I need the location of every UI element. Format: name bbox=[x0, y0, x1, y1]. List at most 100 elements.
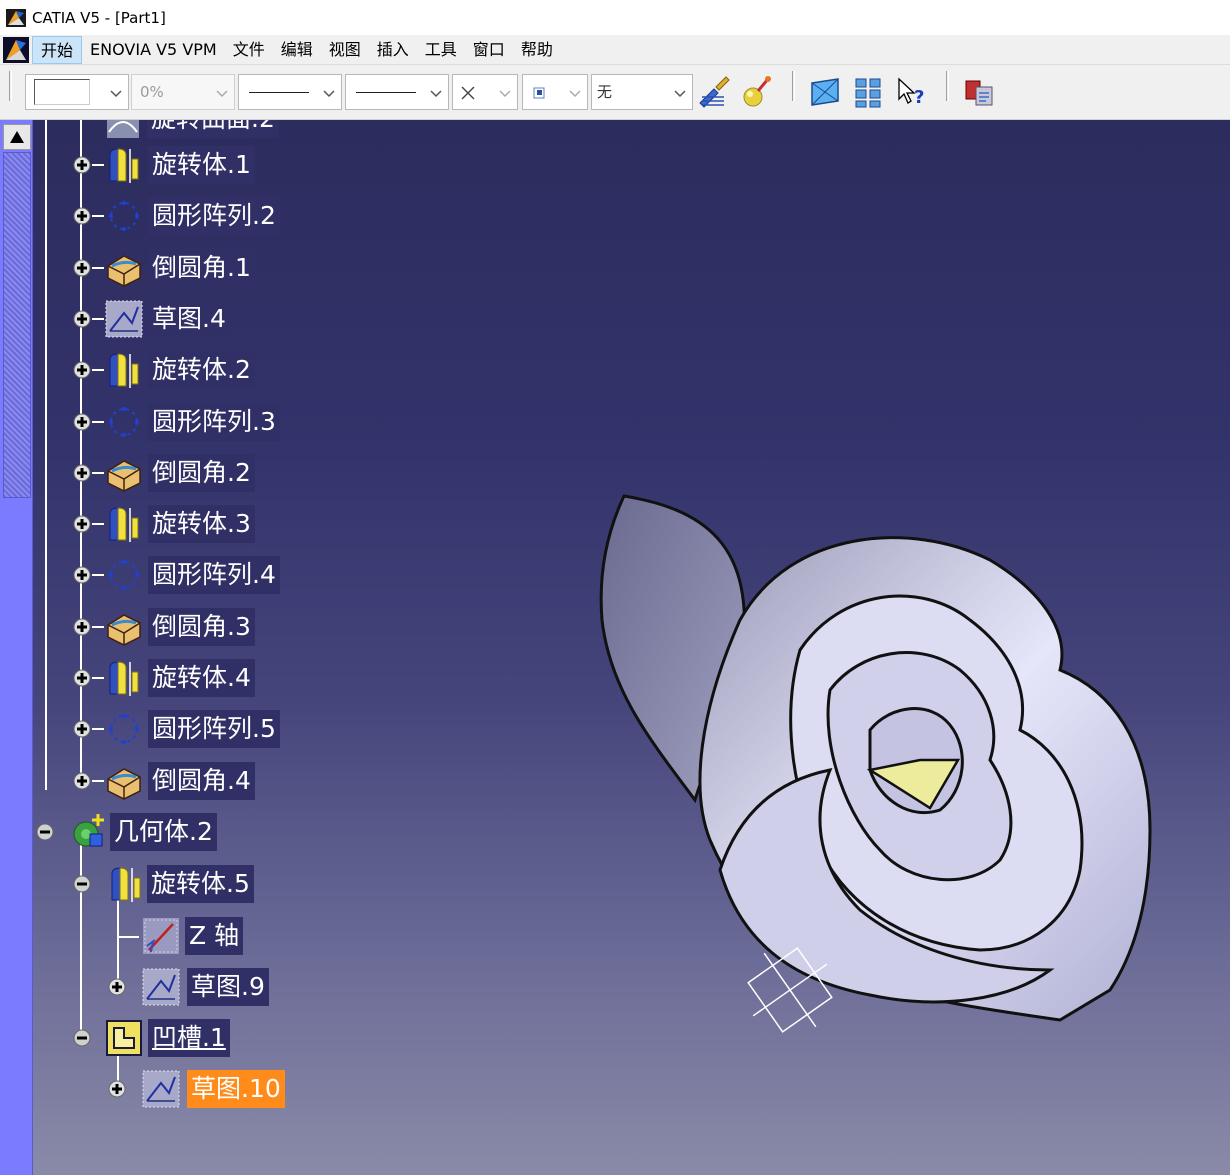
window-title: CATIA V5 - [Part1] bbox=[32, 8, 166, 27]
expand-plus-icon[interactable] bbox=[73, 361, 91, 379]
toolbar-grip[interactable] bbox=[946, 71, 949, 101]
collapse-minus-icon[interactable] bbox=[73, 1029, 91, 1047]
tree-connector-line bbox=[92, 677, 104, 679]
shaft-icon bbox=[111, 867, 141, 902]
tree-node[interactable]: 旋转体.2 bbox=[68, 350, 308, 390]
expand-plus-icon[interactable] bbox=[73, 413, 91, 431]
tree-node[interactable]: 圆形阵列.4 bbox=[68, 555, 308, 595]
tree-connector-line bbox=[117, 936, 139, 938]
tree-node[interactable]: 草图.4 bbox=[68, 299, 308, 339]
tree-node-body2[interactable]: 几何体.2 bbox=[32, 812, 232, 852]
fill-color-combo[interactable] bbox=[25, 74, 129, 110]
toolbar-grip[interactable] bbox=[792, 71, 795, 101]
expand-plus-icon[interactable] bbox=[73, 464, 91, 482]
graphic-properties-toolbar: 0% 无 ? bbox=[0, 65, 1230, 120]
menu-bar: 开始 ENOVIA V5 VPM 文件 编辑 视图 插入 工具 窗口 帮助 bbox=[0, 35, 1230, 65]
tree-node[interactable]: 圆形阵列.2 bbox=[68, 196, 308, 236]
scroll-thumb[interactable] bbox=[3, 152, 31, 498]
tree-node-label: 倒圆角.2 bbox=[148, 453, 255, 492]
painter-icon[interactable] bbox=[694, 73, 732, 111]
tree-node-label: 倒圆角.1 bbox=[148, 248, 255, 287]
shaft-icon bbox=[109, 148, 139, 183]
point-symbol-combo[interactable] bbox=[452, 74, 518, 110]
tree-node-label: 旋转体.4 bbox=[148, 659, 255, 697]
menu-item[interactable]: 插入 bbox=[369, 36, 417, 64]
circular-pattern-icon bbox=[109, 406, 139, 437]
menu-item[interactable]: 开始 bbox=[32, 35, 83, 64]
tree-node-sketch10[interactable]: 草图.10 bbox=[104, 1069, 324, 1109]
sketch-icon bbox=[142, 1070, 180, 1108]
tree-node-z-axis[interactable]: Z 轴 bbox=[138, 916, 258, 956]
collapse-minus-icon[interactable] bbox=[36, 823, 54, 841]
expand-plus-icon[interactable] bbox=[73, 310, 91, 328]
tree-connector-line bbox=[92, 779, 104, 782]
rendering-style-combo[interactable] bbox=[522, 74, 588, 110]
expand-plus-icon[interactable] bbox=[108, 978, 126, 996]
catia-logo-icon bbox=[6, 8, 26, 27]
apply-material-icon[interactable] bbox=[738, 73, 776, 111]
fly-mode-icon[interactable] bbox=[806, 73, 844, 111]
expand-plus-icon[interactable] bbox=[73, 207, 91, 225]
menu-item[interactable]: ENOVIA V5 VPM bbox=[82, 36, 225, 64]
tree-connector-line bbox=[92, 317, 104, 320]
tree-node-label: 旋转体.1 bbox=[148, 146, 255, 184]
tree-node-label: 旋转体.2 bbox=[148, 351, 255, 390]
tree-node[interactable]: 旋转体.1 bbox=[68, 145, 308, 185]
rose-3d-model[interactable] bbox=[590, 490, 1170, 1050]
shaft-icon bbox=[109, 353, 139, 389]
groove-icon bbox=[106, 1020, 142, 1056]
scroll-up-button[interactable] bbox=[3, 124, 31, 150]
expand-plus-icon[interactable] bbox=[73, 156, 91, 174]
tree-scrollbar[interactable] bbox=[0, 120, 33, 1175]
tree-node-partial[interactable]: 旋转曲面.2 bbox=[100, 120, 300, 138]
tree-node[interactable]: 倒圆角.2 bbox=[68, 453, 308, 493]
select-set-icon[interactable] bbox=[850, 73, 888, 111]
menu-item[interactable]: 编辑 bbox=[273, 36, 321, 64]
layer-combo[interactable]: 无 bbox=[591, 74, 693, 110]
expand-plus-icon[interactable] bbox=[73, 515, 91, 533]
title-bar: CATIA V5 - [Part1] bbox=[0, 0, 1230, 35]
tree-node-label-selected: 草图.10 bbox=[187, 1070, 285, 1108]
tree-node-label: Z 轴 bbox=[185, 917, 244, 955]
menu-item[interactable]: 工具 bbox=[417, 36, 465, 64]
line-type-combo[interactable] bbox=[345, 74, 449, 110]
collapse-minus-icon[interactable] bbox=[73, 875, 91, 893]
expand-plus-icon[interactable] bbox=[73, 720, 91, 738]
cross-symbol-icon bbox=[461, 86, 475, 100]
tree-node[interactable]: 旋转体.3 bbox=[68, 504, 308, 544]
tree-node-shaft5[interactable]: 旋转体.5 bbox=[68, 864, 288, 904]
tree-node-label: 凹槽.1 bbox=[148, 1019, 230, 1057]
tree-node[interactable]: 倒圆角.1 bbox=[68, 248, 308, 288]
tree-node[interactable]: 圆形阵列.5 bbox=[68, 709, 308, 749]
menu-item[interactable]: 帮助 bbox=[513, 36, 561, 64]
expand-plus-icon[interactable] bbox=[73, 669, 91, 687]
catia-compass-icon[interactable] bbox=[3, 36, 29, 63]
catalog-browser-icon[interactable] bbox=[960, 73, 998, 111]
expand-plus-icon[interactable] bbox=[108, 1080, 126, 1098]
tree-node[interactable]: 旋转体.4 bbox=[68, 658, 308, 698]
menu-item[interactable]: 视图 bbox=[321, 36, 369, 64]
tree-node[interactable]: 圆形阵列.3 bbox=[68, 402, 308, 442]
expand-plus-icon[interactable] bbox=[73, 772, 91, 790]
expand-plus-icon[interactable] bbox=[73, 566, 91, 584]
menu-item[interactable]: 文件 bbox=[225, 36, 273, 64]
expand-plus-icon[interactable] bbox=[73, 618, 91, 636]
shaft-icon bbox=[109, 507, 139, 543]
tree-node-label: 圆形阵列.4 bbox=[148, 556, 280, 595]
specification-tree-viewport[interactable]: 旋转曲面.2 旋转体.1 圆形阵列.2 倒圆角.1 草图.4 旋转体.2 圆形阵列.3 倒圆… bbox=[0, 120, 1230, 1175]
menu-item[interactable]: 窗口 bbox=[465, 36, 513, 64]
tree-node[interactable]: 倒圆角.3 bbox=[68, 607, 308, 647]
chevron-down-icon bbox=[674, 90, 686, 98]
tree-connector-line bbox=[92, 728, 104, 731]
line-type-sample bbox=[356, 92, 416, 93]
whats-this-icon[interactable]: ? bbox=[893, 73, 931, 111]
expand-plus-icon[interactable] bbox=[73, 259, 91, 277]
toolbar-grip[interactable] bbox=[9, 71, 12, 101]
tree-node-label: 旋转体.5 bbox=[147, 865, 254, 903]
transparency-combo[interactable]: 0% bbox=[131, 74, 235, 110]
axis-icon bbox=[143, 918, 179, 954]
line-thickness-combo[interactable] bbox=[238, 74, 342, 110]
tree-node-sketch9[interactable]: 草图.9 bbox=[104, 967, 304, 1007]
tree-node[interactable]: 倒圆角.4 bbox=[68, 761, 308, 801]
tree-node-groove1[interactable]: 凹槽.1 bbox=[68, 1018, 288, 1058]
